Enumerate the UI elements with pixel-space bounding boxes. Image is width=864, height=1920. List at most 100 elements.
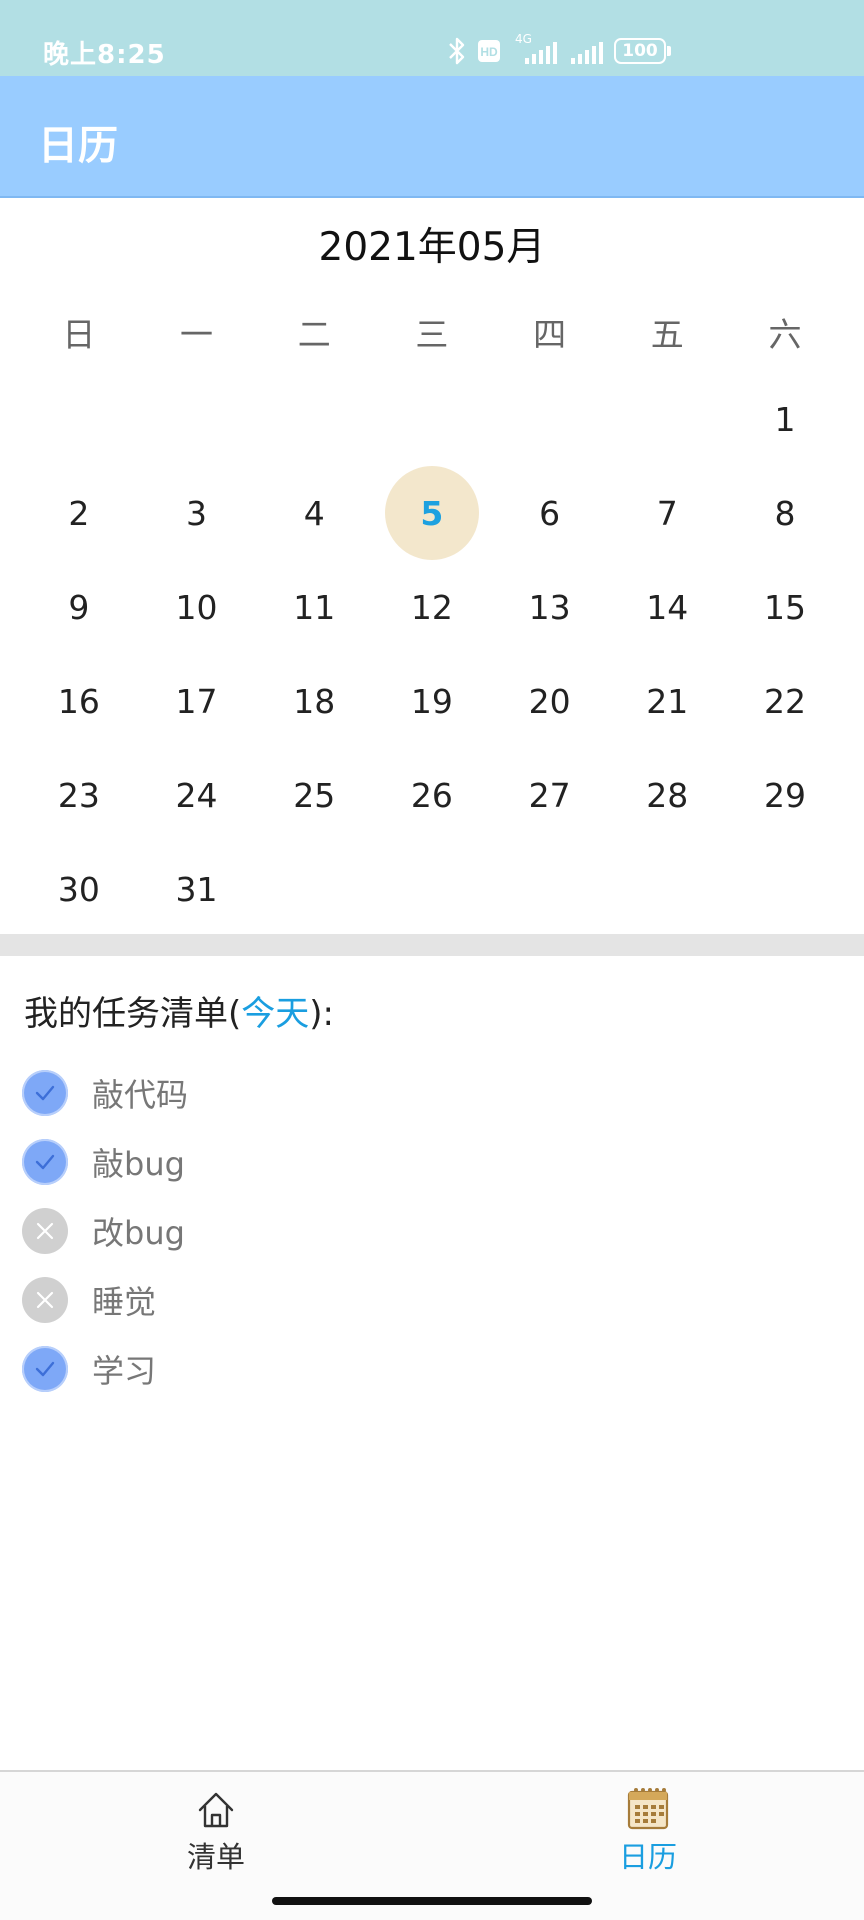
calendar-day-number: 2 bbox=[68, 493, 90, 533]
task-label: 睡觉 bbox=[92, 1282, 157, 1321]
calendar-empty-cell bbox=[255, 372, 373, 466]
signal-icon bbox=[571, 42, 603, 64]
calendar-day-number: 14 bbox=[646, 587, 689, 627]
task-item[interactable]: 敲代码 bbox=[22, 1058, 188, 1127]
nav-label-list: 清单 bbox=[186, 1840, 245, 1874]
calendar-day-number: 20 bbox=[528, 681, 571, 721]
nav-item-list[interactable]: 清单 bbox=[116, 1772, 316, 1882]
task-item[interactable]: 学习 bbox=[22, 1334, 188, 1403]
calendar-day[interactable]: 17 bbox=[138, 654, 256, 748]
calendar-day[interactable]: 3 bbox=[138, 466, 256, 560]
calendar-empty-cell bbox=[373, 372, 491, 466]
calendar-day[interactable]: 25 bbox=[255, 748, 373, 842]
calendar-day[interactable]: 31 bbox=[138, 842, 256, 936]
calendar-day-number: 26 bbox=[410, 775, 453, 815]
calendar-day-number: 7 bbox=[656, 493, 678, 533]
calendar-day[interactable]: 13 bbox=[491, 560, 609, 654]
calendar-day[interactable]: 20 bbox=[491, 654, 609, 748]
cross-circle-icon[interactable] bbox=[22, 1207, 68, 1254]
calendar-day[interactable]: 23 bbox=[20, 748, 138, 842]
task-list: 敲代码敲bug 改bug 睡觉学习 bbox=[22, 1058, 188, 1403]
check-circle-icon[interactable] bbox=[22, 1138, 68, 1185]
calendar-day[interactable]: 6 bbox=[491, 466, 609, 560]
weekday-label: 六 bbox=[768, 315, 802, 354]
calendar-day-number: 17 bbox=[175, 681, 218, 721]
signal-icon bbox=[525, 42, 557, 64]
calendar-empty-cell bbox=[138, 372, 256, 466]
calendar-day[interactable]: 16 bbox=[20, 654, 138, 748]
calendar-day-number: 18 bbox=[293, 681, 336, 721]
calendar-day-number: 8 bbox=[774, 493, 796, 533]
calendar-day-number: 13 bbox=[528, 587, 571, 627]
status-time: 晚上8:25 bbox=[43, 40, 166, 70]
calendar-day[interactable]: 9 bbox=[20, 560, 138, 654]
calendar-day[interactable]: 22 bbox=[726, 654, 844, 748]
calendar-day-number: 28 bbox=[646, 775, 689, 815]
calendar-empty-cell bbox=[608, 372, 726, 466]
calendar-day[interactable]: 15 bbox=[726, 560, 844, 654]
calendar-day[interactable]: 12 bbox=[373, 560, 491, 654]
calendar-day[interactable]: 21 bbox=[608, 654, 726, 748]
nav-item-calendar[interactable]: 日历 bbox=[548, 1772, 748, 1882]
task-header-prefix: 我的任务清单( bbox=[24, 994, 242, 1034]
task-label: 改bug bbox=[92, 1213, 185, 1252]
calendar-day[interactable]: 10 bbox=[138, 560, 256, 654]
calendar-icon bbox=[627, 1788, 669, 1830]
task-item[interactable]: 睡觉 bbox=[22, 1265, 188, 1334]
weekday-label: 五 bbox=[650, 315, 684, 354]
task-header-suffix: ): bbox=[309, 994, 334, 1034]
calendar-day[interactable]: 2 bbox=[20, 466, 138, 560]
app-bar: 日历 bbox=[0, 76, 864, 198]
weekday-label: 一 bbox=[180, 315, 214, 354]
task-list-header: 我的任务清单(今天): bbox=[24, 986, 334, 1035]
calendar-day[interactable]: 30 bbox=[20, 842, 138, 936]
calendar-day-number: 11 bbox=[293, 587, 336, 627]
calendar-day[interactable]: 7 bbox=[608, 466, 726, 560]
calendar-day[interactable]: 14 bbox=[608, 560, 726, 654]
calendar-day[interactable]: 4 bbox=[255, 466, 373, 560]
weekday-label: 二 bbox=[297, 315, 331, 354]
calendar-grid: 1 2 3 4 5 6 7 8 9 10 11 12 13 14 15 16 17 18 19 20 21 22 23 24 2… bbox=[20, 372, 844, 936]
weekday-label: 三 bbox=[415, 315, 449, 354]
check-circle-icon[interactable] bbox=[22, 1069, 68, 1116]
calendar-empty-cell bbox=[491, 372, 609, 466]
calendar-day-number: 10 bbox=[175, 587, 218, 627]
calendar-day[interactable]: 28 bbox=[608, 748, 726, 842]
task-item[interactable]: 改bug bbox=[22, 1196, 188, 1265]
calendar-day-number: 31 bbox=[175, 869, 218, 909]
home-indicator[interactable] bbox=[272, 1897, 592, 1905]
month-title: 2021年05月 bbox=[318, 225, 546, 270]
calendar-day[interactable]: 29 bbox=[726, 748, 844, 842]
calendar-day-number: 12 bbox=[410, 587, 453, 627]
calendar-day[interactable]: 24 bbox=[138, 748, 256, 842]
calendar-day[interactable]: 27 bbox=[491, 748, 609, 842]
calendar-day-number: 29 bbox=[763, 775, 806, 815]
task-label: 敲代码 bbox=[92, 1075, 189, 1114]
battery-level: 100 bbox=[622, 40, 658, 61]
check-circle-icon[interactable] bbox=[22, 1345, 68, 1392]
status-icons: HD 4G bbox=[443, 32, 613, 66]
calendar-day-selected[interactable]: 5 bbox=[373, 466, 491, 560]
calendar-day-number: 9 bbox=[68, 587, 90, 627]
divider bbox=[0, 934, 864, 956]
calendar-day[interactable]: 18 bbox=[255, 654, 373, 748]
cross-circle-icon[interactable] bbox=[22, 1276, 68, 1323]
calendar-day-number: 6 bbox=[539, 493, 561, 533]
weekday-label: 四 bbox=[533, 315, 567, 354]
task-header-today[interactable]: 今天 bbox=[241, 994, 309, 1034]
page-title: 日历 bbox=[38, 123, 118, 169]
calendar-empty-cell bbox=[20, 372, 138, 466]
calendar-day[interactable]: 8 bbox=[726, 466, 844, 560]
calendar-day-number: 30 bbox=[57, 869, 100, 909]
calendar-day[interactable]: 11 bbox=[255, 560, 373, 654]
calendar-day-number: 27 bbox=[528, 775, 571, 815]
calendar-day-number: 25 bbox=[293, 775, 336, 815]
battery-icon: 100 bbox=[614, 38, 666, 64]
task-item[interactable]: 敲bug bbox=[22, 1127, 188, 1196]
calendar-day[interactable]: 26 bbox=[373, 748, 491, 842]
calendar-day-number: 22 bbox=[763, 681, 806, 721]
calendar-day-number: 5 bbox=[420, 493, 444, 533]
hd-icon: HD bbox=[478, 40, 500, 62]
calendar-day[interactable]: 1 bbox=[726, 372, 844, 466]
calendar-day[interactable]: 19 bbox=[373, 654, 491, 748]
